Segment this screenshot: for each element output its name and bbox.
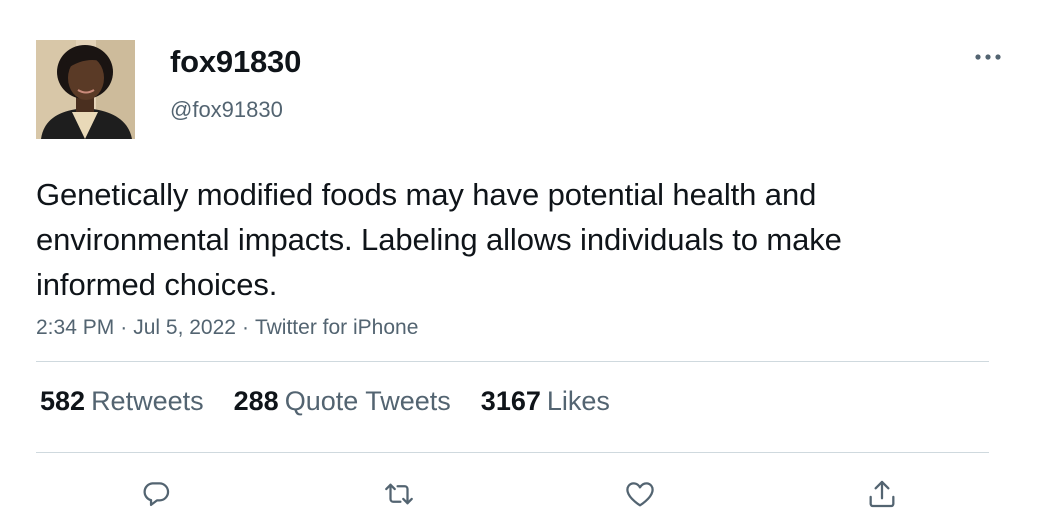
- tweet-source[interactable]: Twitter for iPhone: [255, 316, 418, 339]
- avatar[interactable]: [36, 40, 135, 139]
- tweet-metadata: 2:34 PM · Jul 5, 2022 · Twitter for iPhone: [36, 316, 418, 340]
- retweet-icon[interactable]: [379, 474, 419, 514]
- share-icon[interactable]: [862, 474, 902, 514]
- retweets-stat[interactable]: 582 Retweets: [40, 386, 204, 417]
- meta-separator: ·: [241, 316, 249, 339]
- divider: [36, 452, 989, 453]
- more-horizontal-icon[interactable]: [972, 48, 1004, 66]
- tweet-actions: [0, 474, 1050, 514]
- quote-tweets-stat[interactable]: 288 Quote Tweets: [234, 386, 451, 417]
- tweet-time[interactable]: 2:34 PM: [36, 316, 114, 339]
- retweets-label: Retweets: [91, 386, 204, 416]
- likes-stat[interactable]: 3167 Likes: [481, 386, 610, 417]
- likes-count: 3167: [480, 386, 541, 416]
- quote-tweets-label: Quote Tweets: [284, 386, 451, 416]
- user-handle[interactable]: @fox91830: [170, 97, 283, 123]
- quote-tweets-count: 288: [233, 386, 279, 416]
- heart-icon[interactable]: [620, 474, 660, 514]
- tweet-text: Genetically modified foods may have pote…: [36, 177, 842, 302]
- reply-icon[interactable]: [136, 474, 176, 514]
- likes-label: Likes: [546, 386, 610, 416]
- retweets-count: 582: [40, 386, 86, 416]
- display-name[interactable]: fox91830: [170, 44, 301, 80]
- divider: [36, 361, 989, 362]
- tweet-date[interactable]: Jul 5, 2022: [133, 316, 236, 339]
- meta-separator: ·: [120, 316, 128, 339]
- tweet-stats: 582 Retweets 288 Quote Tweets 3167 Likes: [40, 386, 610, 417]
